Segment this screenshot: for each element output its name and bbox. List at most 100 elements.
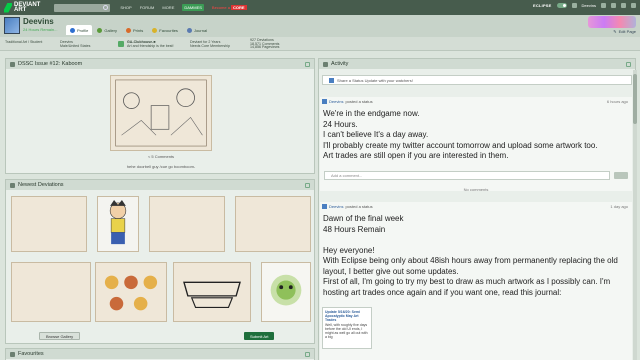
author-name[interactable]: Deevins xyxy=(329,99,343,104)
activity-panel-header: Activity xyxy=(319,59,635,69)
comic-sketch xyxy=(115,79,207,147)
character-sketch xyxy=(109,199,127,245)
user-avatar-icon[interactable] xyxy=(571,3,577,8)
nav-shop[interactable]: SHOP xyxy=(120,5,131,10)
deviation-thumbnail[interactable] xyxy=(95,262,167,322)
group-icon xyxy=(118,41,124,47)
username-link[interactable]: Deevins xyxy=(582,3,596,8)
stat-pageviews: 14,856 Pageviews xyxy=(250,45,280,50)
deviation-thumbnail[interactable] xyxy=(173,262,251,322)
info-group[interactable]: GA-Clubhouse-■ Art and friendship is the… xyxy=(118,40,174,48)
deviation-thumbnail[interactable] xyxy=(149,196,225,252)
info-identity: Deevins Male/United States xyxy=(60,40,90,48)
edit-icon[interactable] xyxy=(305,61,310,67)
tab-favourites[interactable]: Favourites xyxy=(148,25,182,35)
featured-caption: hehe doorbell guy /cue go boomboom- xyxy=(126,164,196,169)
post-author: Deevins posted a status xyxy=(322,99,373,104)
post-line: Art trades are still open if you are int… xyxy=(323,151,509,160)
dammes-badge[interactable]: DAMMES xyxy=(182,4,204,11)
author-name[interactable]: Deevins xyxy=(329,204,343,209)
deviantart-logo-icon xyxy=(4,2,12,13)
post-line: Dawn of the final week xyxy=(323,214,404,223)
author-avatar[interactable] xyxy=(322,204,327,209)
logo-sketch xyxy=(183,281,241,309)
newest-panel-header: Newest Deviations xyxy=(6,180,314,190)
eclipse-label: ECLIPSE xyxy=(533,3,552,8)
core-link[interactable]: Become a CORE xyxy=(212,5,247,10)
newest-deviations-panel: Newest Deviations Browse Gallery Submit … xyxy=(5,179,315,344)
tab-profile[interactable]: Profile xyxy=(66,25,93,35)
watch-icon[interactable] xyxy=(621,3,626,8)
post-line: With Eclipse being only about 48ish hour… xyxy=(323,256,618,276)
search-icon[interactable] xyxy=(103,4,109,10)
featured-deviation-thumbnail[interactable] xyxy=(110,75,212,151)
logo-line2: ART xyxy=(14,6,27,13)
post-action: posted a status xyxy=(345,204,373,209)
nav-more[interactable]: MORE xyxy=(162,5,174,10)
post-line: Hey everyone! xyxy=(323,245,375,255)
scrollbar-thumb[interactable] xyxy=(633,74,637,124)
featured-deviation-panel: DSSC Issue #12: Kaboom < 5 Comments hehe… xyxy=(5,58,315,174)
tab-journal[interactable]: Journal xyxy=(183,25,211,35)
tab-favourites-label: Favourites xyxy=(159,27,178,33)
gallery-tab-icon xyxy=(97,27,103,33)
profile-info-strip: Traditional Art / Student Deevins Male/U… xyxy=(0,37,640,51)
author-avatar[interactable] xyxy=(322,99,327,104)
post-line: First of all, I'm going to try my best t… xyxy=(323,277,611,297)
comment-input[interactable]: Add a comment... xyxy=(324,171,610,180)
group-subtitle: Art and friendship is the best! xyxy=(127,44,174,48)
favourites-panel: Favourites xyxy=(5,348,315,360)
activity-icon xyxy=(323,61,328,67)
edit-icon[interactable] xyxy=(626,61,631,67)
top-bar: DEVIANT ART SHOP FORUM MORE DAMMES Becom… xyxy=(0,0,640,15)
profile-avatar[interactable] xyxy=(4,17,20,34)
edit-page-button[interactable]: ✎ Edit Page xyxy=(613,29,636,34)
post-line: 24 Hours. xyxy=(323,119,358,129)
eclipse-toggle[interactable] xyxy=(556,3,567,8)
nav-forum[interactable]: FORUM xyxy=(140,5,155,10)
profile-header: Deevins 24 Hours Remain... Profile Galle… xyxy=(0,15,640,37)
deviation-thumbnail[interactable] xyxy=(261,262,311,322)
info-location: Male/United States xyxy=(60,44,91,48)
newest-icon xyxy=(10,182,15,188)
journal-embed[interactable]: Update 5/16/20: Semi Apocalyptic May Art… xyxy=(322,307,372,349)
favourites-tab-icon xyxy=(152,27,158,33)
edit-icon[interactable] xyxy=(305,182,310,188)
tab-gallery[interactable]: Gallery xyxy=(93,25,121,35)
core-badge: CORE xyxy=(230,5,247,10)
mail-icon[interactable] xyxy=(601,3,606,8)
featured-panel-header: DSSC Issue #12: Kaboom xyxy=(6,59,314,69)
activity-scrollbar[interactable] xyxy=(633,70,637,360)
header-banner-art xyxy=(588,16,636,28)
deviation-thumbnail[interactable] xyxy=(235,196,311,252)
tab-prints[interactable]: Prints xyxy=(122,25,147,35)
tab-journal-label: Journal xyxy=(193,27,208,33)
green-character-sketch xyxy=(270,274,302,306)
activity-title: Activity xyxy=(331,61,349,67)
profile-name[interactable]: Deevins xyxy=(23,17,54,26)
info-membership: Deviant for 2 Years Needs Core Membershi… xyxy=(190,40,230,48)
top-right-controls: ECLIPSE Deevins xyxy=(533,3,636,8)
deviation-thumbnail[interactable] xyxy=(97,196,139,252)
notifications-icon[interactable] xyxy=(611,3,616,8)
edit-icon[interactable] xyxy=(305,351,310,357)
deviation-thumbnail[interactable] xyxy=(11,196,87,252)
info-occupation: Traditional Art / Student xyxy=(5,40,43,44)
profile-tabs: Profile Gallery Prints Favourites Journa… xyxy=(66,25,211,35)
search-input[interactable] xyxy=(54,3,111,12)
comment-count-link[interactable]: < 5 Comments xyxy=(6,154,316,159)
post-timestamp[interactable]: 6 hours ago xyxy=(607,99,628,104)
post-line: We're in the endgame now. xyxy=(323,109,420,118)
post-timestamp[interactable]: 1 day ago xyxy=(610,204,628,209)
submit-icon[interactable] xyxy=(631,3,636,8)
deviantart-logo[interactable]: DEVIANT ART xyxy=(4,2,40,13)
favourites-panel-header: Favourites xyxy=(6,349,314,359)
favourites-icon xyxy=(10,351,15,357)
submit-art-button[interactable]: Submit Art xyxy=(244,332,275,340)
status-avatar-icon xyxy=(329,77,334,83)
post-line: I'll probably create my twitter account … xyxy=(323,140,598,150)
comment-submit-button[interactable] xyxy=(614,172,628,179)
deviation-thumbnail[interactable] xyxy=(11,262,91,322)
status-update-input[interactable]: Share a Status Update with your watchers… xyxy=(322,75,632,85)
browse-gallery-button[interactable]: Browse Gallery xyxy=(39,332,81,340)
